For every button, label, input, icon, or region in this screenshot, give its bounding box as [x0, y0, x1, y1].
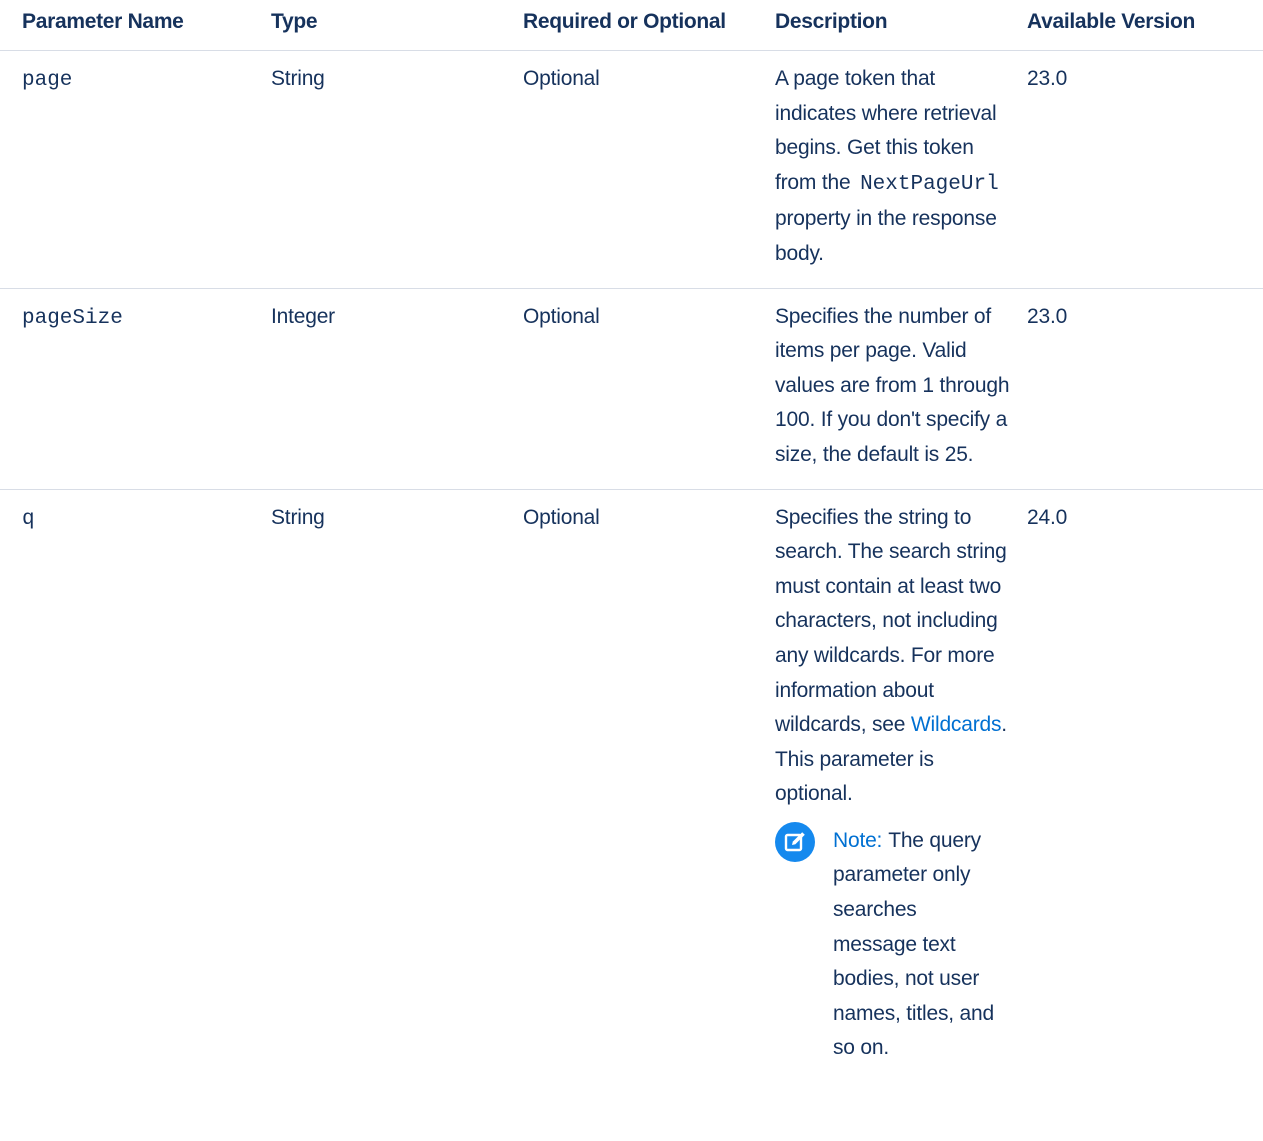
parameter-version: 24.0 — [1027, 505, 1068, 529]
note-label: Note: — [833, 828, 883, 852]
parameter-name: page — [22, 69, 73, 92]
parameter-required: Optional — [523, 50, 775, 289]
description-code: NextPageUrl — [860, 172, 999, 196]
parameter-type: Integer — [271, 288, 523, 490]
note-text: The query parameter only searches messag… — [833, 828, 994, 1060]
parameter-required: Optional — [523, 505, 600, 529]
parameter-version: 23.0 — [1027, 288, 1263, 490]
description-text: Specifies the string to search. The sear… — [775, 505, 1007, 737]
parameter-description: Specifies the number of items per page. … — [775, 288, 1027, 490]
parameter-type: String — [271, 505, 325, 529]
parameter-description: Specifies the string to search. The sear… — [775, 489, 1027, 1082]
parameters-table: Parameter Name Type Required or Optional… — [0, 0, 1263, 1082]
table-row: pageSize Integer Optional Specifies the … — [0, 288, 1263, 490]
parameter-version: 23.0 — [1027, 50, 1263, 289]
parameter-name: pageSize — [22, 306, 123, 330]
parameter-name: q — [22, 507, 35, 531]
description-text: property in the response body. — [775, 207, 997, 265]
header-description: Description — [775, 0, 1027, 51]
parameter-required: Optional — [523, 288, 775, 490]
wildcards-link[interactable]: Wildcards — [911, 713, 1002, 736]
header-parameter-name: Parameter Name — [0, 0, 271, 51]
table-row: q String Optional Specifies the string t… — [0, 489, 1263, 1082]
description-paragraph: Specifies the string to search. The sear… — [775, 501, 1013, 812]
note-body: Note: The query parameter only searches m… — [833, 824, 1003, 1066]
header-required-or-optional: Required or Optional — [523, 0, 775, 51]
table-row: page String Optional A page token that i… — [0, 50, 1263, 289]
table-header-row: Parameter Name Type Required or Optional… — [0, 0, 1263, 51]
header-type: Type — [271, 0, 523, 51]
parameter-type: String — [271, 50, 523, 289]
note-edit-icon — [775, 821, 815, 862]
note-callout: Note: The query parameter only searches m… — [775, 821, 1013, 1066]
header-available-version: Available Version — [1027, 0, 1263, 51]
parameter-description: A page token that indicates where retrie… — [775, 50, 1027, 289]
